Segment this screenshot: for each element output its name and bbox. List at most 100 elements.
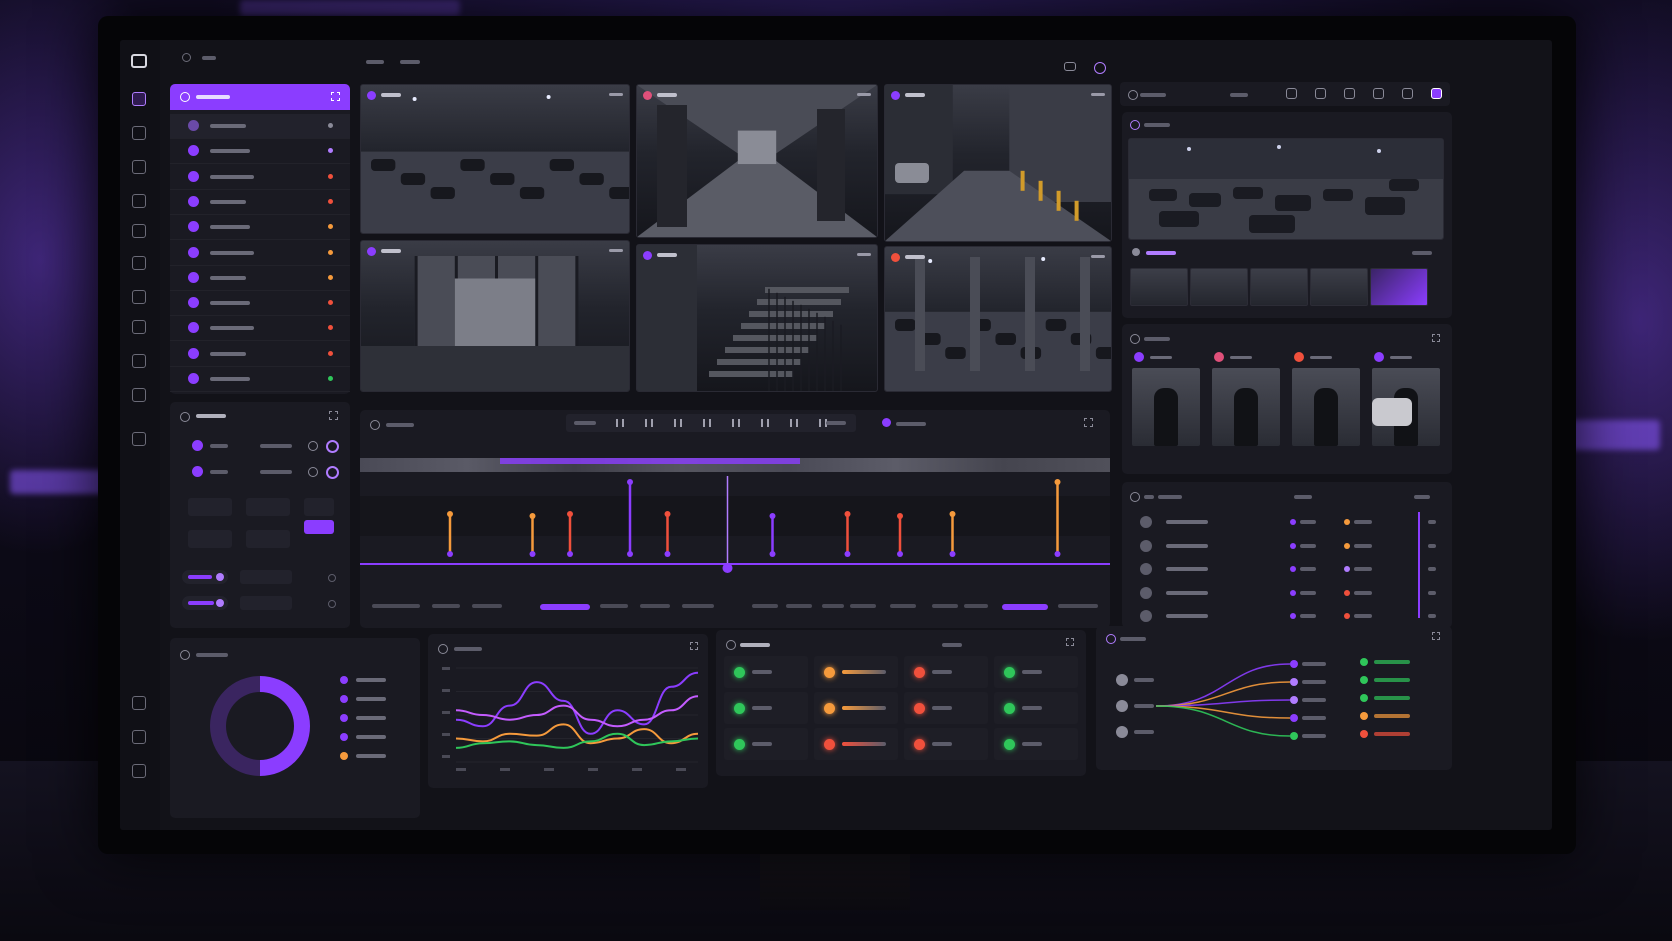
playback-option[interactable] — [682, 604, 714, 608]
toolbar-icon[interactable] — [1402, 88, 1413, 99]
logout-icon[interactable] — [132, 730, 146, 744]
alert-row[interactable] — [1122, 606, 1452, 626]
radio-2[interactable] — [326, 466, 339, 479]
playback-option[interactable] — [964, 604, 988, 608]
status-cell[interactable] — [994, 692, 1078, 724]
playback-option[interactable] — [600, 604, 628, 608]
alert-action[interactable] — [1428, 543, 1436, 548]
detection-card[interactable] — [1370, 350, 1442, 466]
camera-icon[interactable] — [131, 54, 147, 68]
more-icon[interactable] — [609, 249, 623, 252]
skip-back-icon[interactable] — [616, 419, 624, 427]
playback-option[interactable] — [822, 604, 844, 608]
filter-toggle-1[interactable] — [192, 440, 203, 451]
camera-list-item[interactable] — [170, 316, 350, 342]
camera-feed-alley[interactable] — [884, 84, 1112, 242]
detection-card[interactable] — [1210, 350, 1282, 466]
toolbar-icon[interactable] — [1373, 88, 1384, 99]
camera-feed-hallway[interactable] — [636, 84, 878, 238]
home-icon[interactable] — [132, 92, 146, 106]
playback-option[interactable] — [890, 604, 916, 608]
fast-forward-icon[interactable] — [790, 419, 798, 427]
camera-feed-parking-garage[interactable] — [884, 246, 1112, 392]
playback-option[interactable] — [932, 604, 958, 608]
toolbar-icon[interactable] — [1344, 88, 1355, 99]
status-cell[interactable] — [724, 656, 808, 688]
calendar-icon[interactable] — [132, 256, 146, 270]
playback-option[interactable] — [850, 604, 876, 608]
more-icon[interactable] — [1091, 93, 1105, 96]
close-icon[interactable] — [132, 764, 146, 778]
event-timeline[interactable] — [360, 476, 1110, 596]
grid-icon[interactable] — [132, 126, 146, 140]
camera-list-item[interactable] — [170, 139, 350, 165]
tab-playback[interactable] — [400, 60, 420, 64]
detection-card[interactable] — [1130, 350, 1202, 466]
layers-icon[interactable] — [132, 224, 146, 238]
alert-row[interactable] — [1122, 559, 1452, 579]
status-cell[interactable] — [994, 656, 1078, 688]
camera-feed-parking-lot-exterior[interactable] — [360, 84, 630, 234]
camera-list-item[interactable] — [170, 114, 350, 139]
playback-option[interactable] — [372, 604, 420, 608]
camera-list-item[interactable] — [170, 342, 350, 367]
expand-icon[interactable] — [1432, 632, 1440, 640]
status-cell[interactable] — [814, 728, 898, 760]
status-cell[interactable] — [904, 728, 988, 760]
camera-list-item[interactable] — [170, 215, 350, 241]
playback-option[interactable] — [786, 604, 812, 608]
filter-toggle-2[interactable] — [192, 466, 203, 477]
grid-layout-icon[interactable] — [1064, 62, 1076, 71]
apply-button[interactable] — [304, 520, 334, 534]
playback-option[interactable] — [1002, 604, 1048, 610]
radio-1[interactable] — [326, 440, 339, 453]
expand-icon[interactable] — [329, 411, 338, 420]
rewind-icon[interactable] — [732, 419, 740, 427]
step-back-icon[interactable] — [645, 419, 653, 427]
list-icon[interactable] — [132, 320, 146, 334]
playback-option[interactable] — [640, 604, 670, 608]
playback-option[interactable] — [540, 604, 590, 610]
camera-feed-lobby-entrance[interactable] — [360, 240, 630, 392]
toolbar-icon[interactable] — [1286, 88, 1297, 99]
toolbar-icon[interactable] — [1315, 88, 1326, 99]
alert-row[interactable] — [1122, 512, 1452, 532]
status-cell[interactable] — [724, 728, 808, 760]
camera-list-header[interactable] — [170, 84, 350, 110]
step-forward-icon[interactable] — [703, 419, 711, 427]
timeline-thumbnail[interactable] — [1310, 268, 1368, 306]
user-icon[interactable] — [132, 696, 146, 710]
playback-option[interactable] — [432, 604, 460, 608]
more-icon[interactable] — [1091, 255, 1105, 258]
status-cell[interactable] — [904, 692, 988, 724]
featured-camera-feed[interactable] — [1128, 138, 1444, 240]
settings-icon[interactable] — [132, 388, 146, 402]
camera-feed-stairwell[interactable] — [636, 244, 878, 392]
status-cell[interactable] — [904, 656, 988, 688]
camera-list-item[interactable] — [170, 241, 350, 266]
alert-action[interactable] — [1428, 520, 1436, 524]
detection-card[interactable] — [1290, 350, 1362, 466]
camera-list-item[interactable] — [170, 367, 350, 392]
folder-icon[interactable] — [132, 194, 146, 208]
expand-icon[interactable] — [331, 92, 340, 101]
timeline-thumbnail[interactable] — [1130, 268, 1188, 306]
playback-option[interactable] — [472, 604, 502, 608]
more-icon[interactable] — [857, 93, 871, 96]
status-cell[interactable] — [994, 728, 1078, 760]
settings-icon[interactable] — [1094, 62, 1106, 74]
toolbar-icon[interactable] — [1431, 88, 1442, 99]
chart-icon[interactable] — [132, 354, 146, 368]
timeline-thumbnail[interactable] — [1250, 268, 1308, 306]
more-icon[interactable] — [857, 253, 871, 256]
shield-icon[interactable] — [132, 290, 146, 304]
alert-action[interactable] — [1428, 590, 1436, 595]
check-icon[interactable] — [132, 160, 146, 174]
timeline-thumbnail[interactable] — [1370, 268, 1428, 306]
status-cell[interactable] — [724, 692, 808, 724]
camera-list-item[interactable] — [170, 291, 350, 317]
camera-list-item[interactable] — [170, 190, 350, 215]
alert-row[interactable] — [1122, 536, 1452, 556]
playback-option[interactable] — [752, 604, 778, 608]
alert-action[interactable] — [1428, 614, 1436, 618]
